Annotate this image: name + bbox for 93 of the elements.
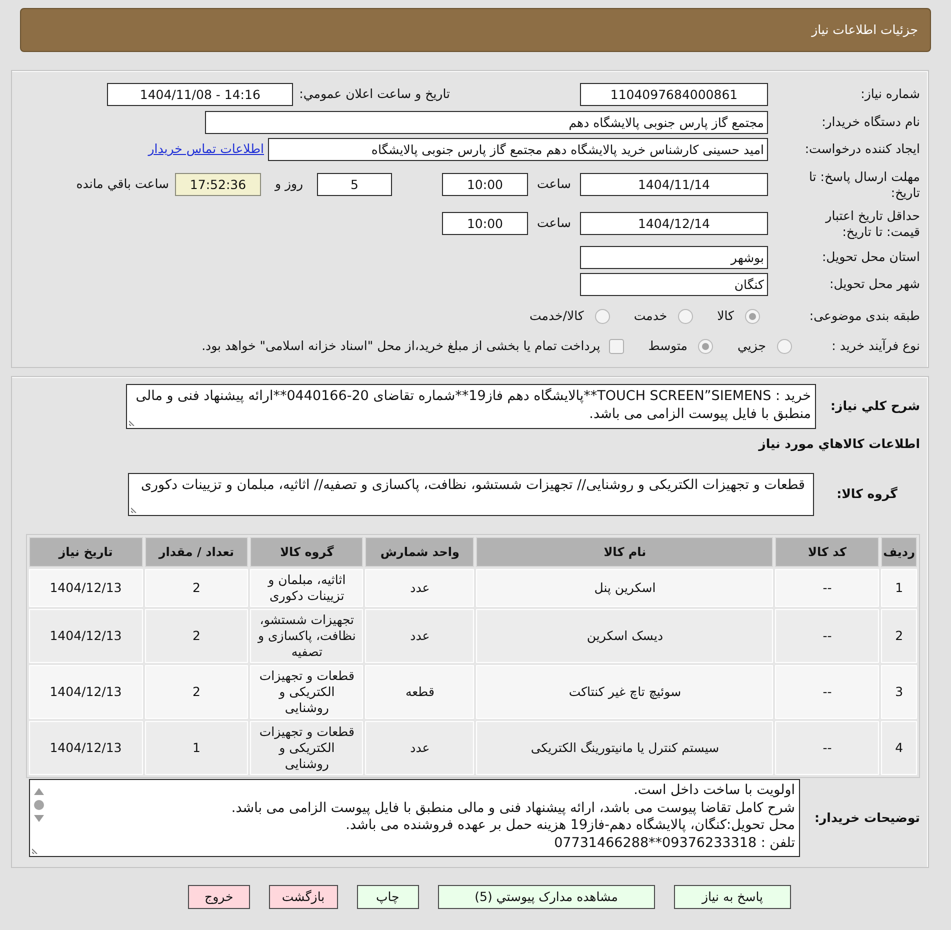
deadline-date-field[interactable]: 1404/11/14: [580, 173, 768, 196]
table-cell: سیستم کنترل یا مانیتورینگ الکتریکی: [476, 721, 774, 775]
radio-button[interactable]: [594, 309, 610, 324]
announce-date-field[interactable]: 1404/11/08 - 14:16: [107, 83, 294, 106]
table-cell: 1404/12/13: [29, 569, 142, 607]
table-cell: قطعات و تجهیزات الکتریکی و روشنایی: [250, 721, 364, 775]
time-label: ساعت: [536, 215, 572, 232]
field-label: حداقل تاریخ اعتبار قیمت: تا تاریخ:: [824, 208, 920, 240]
field-label: نام دستگاه خریدار:: [820, 114, 920, 131]
remaining-time-label: ساعت باقي مانده: [76, 176, 169, 193]
resize-grip-icon[interactable]: [131, 506, 138, 513]
table-cell: 1: [144, 721, 248, 775]
days-label: روز و: [274, 176, 304, 193]
back-button[interactable]: بازگشت: [268, 885, 338, 909]
days-field[interactable]: 5: [317, 173, 392, 196]
remaining-time-field[interactable]: 17:52:36: [175, 173, 261, 196]
buyer-org-field[interactable]: مجتمع گاز پارس جنوبی پالایشگاه دهم: [205, 111, 768, 134]
field-label: استان محل تحویل:: [820, 249, 920, 266]
column-header: واحد شمارش: [365, 537, 474, 567]
validity-date-field[interactable]: 1404/12/14: [580, 212, 768, 235]
reply-button[interactable]: پاسخ به نیاز: [674, 885, 791, 909]
print-button[interactable]: چاپ: [356, 885, 419, 909]
buyer-contact-link[interactable]: اطلاعات تماس خریدار: [148, 141, 264, 158]
table-cell: 1404/12/13: [29, 665, 142, 719]
column-header: کد کالا: [775, 537, 880, 567]
radio-button[interactable]: [698, 339, 714, 354]
table-cell: 1404/12/13: [29, 609, 142, 663]
table-cell: --: [775, 569, 880, 607]
table-cell: 1404/12/13: [29, 721, 142, 775]
radio-button[interactable]: [745, 309, 760, 324]
table-cell: 3: [881, 665, 917, 719]
exit-button[interactable]: خروج: [188, 885, 250, 909]
column-header: ردیف: [881, 537, 917, 567]
radio-label: کالا: [717, 308, 734, 325]
field-label: شهر محل تحویل:: [828, 276, 920, 293]
radio-label: خدمت: [634, 308, 668, 325]
city-field[interactable]: کنگان: [580, 273, 768, 296]
field-label: نوع فرآیند خرید :: [830, 338, 920, 355]
attachments-button[interactable]: مشاهده مدارک پیوستي (5): [438, 885, 655, 909]
table-cell: قطعات و تجهیزات الکتریکی و روشنایی: [250, 665, 364, 719]
table-cell: 2: [144, 609, 248, 663]
section-title: اطلاعات کالاهاي مورد نیاز: [757, 436, 920, 453]
deadline-time-field[interactable]: 10:00: [442, 173, 528, 196]
table-cell: --: [775, 609, 880, 663]
column-header: تعداد / مقدار: [144, 537, 248, 567]
table-cell: 2: [144, 665, 248, 719]
validity-time-field[interactable]: 10:00: [442, 212, 528, 235]
resize-grip-icon[interactable]: [32, 847, 39, 854]
table-cell: تجهیزات شستشو، نظافت، پاکسازی و تصفیه: [250, 609, 364, 663]
radio-label: متوسط: [648, 338, 688, 355]
goods-group-field[interactable]: قطعات و تجهیزات الکتریکی و روشنایی// تجهیزات شستشو، نظافت، پاکسازی و تصفیه// اثاثیه، مبلمان و تزیینات دکوری: [128, 473, 814, 516]
field-label: ایجاد کننده درخواست:: [804, 141, 920, 158]
checkbox-label: پرداخت تمام یا بخشی از مبلغ خرید،از محل "اسناد خزانه اسلامی" خواهد بود.: [202, 338, 600, 355]
need-number-field[interactable]: 1104097684000861: [580, 83, 768, 106]
radio-label: جزيي: [737, 338, 766, 355]
table-cell: عدد: [365, 721, 474, 775]
table-cell: 1: [881, 569, 917, 607]
table-cell: سوئیچ تاچ غیر کنتاکت: [476, 665, 774, 719]
scroll-down-arrow-icon[interactable]: [34, 815, 44, 822]
resize-grip-icon[interactable]: [129, 419, 136, 426]
radio-button[interactable]: [777, 339, 792, 354]
table-cell: اثاثیه، مبلمان و تزیینات دکوری: [250, 569, 364, 607]
column-header: تاریخ نیاز: [29, 537, 142, 567]
field-label: مهلت ارسال پاسخ: تا تاریخ:: [808, 168, 920, 200]
table-cell: عدد: [365, 569, 474, 607]
field-label: شماره نیاز:: [860, 86, 920, 103]
radio-button[interactable]: [678, 309, 694, 324]
field-label: تاریخ و ساعت اعلان عمومي:: [299, 86, 450, 103]
requester-field[interactable]: امید حسینی کارشناس خرید پالایشگاه دهم مجتمع گاز پارس جنوبی پالایشگاه: [268, 138, 768, 161]
buyer-notes-field[interactable]: اولویت با ساخت داخل است. شرح کامل تقاضا پیوست می باشد، ارائه پیشنهاد فنی و مالی منطبق با فایل پیوست الزامی می باشد. محل تحویل:کنگان، پالایشگاه دهم-فاز19 هزینه حمل بر عهده فروشنده می باشد. تلفن : 09376233318**07731466288: [29, 779, 800, 857]
table-cell: 2: [144, 569, 248, 607]
table-cell: دیسک اسکرین: [476, 609, 774, 663]
description-label: شرح کلي نیاز:: [830, 398, 920, 415]
description-field[interactable]: خرید : TOUCH SCREEN”SIEMENS**پالایشگاه دهم فاز19**شماره تقاضای 20-0440166**ارائه پیشنهاد فنی و مالی منطبق با فایل پیوست الزامی می باشد.: [126, 384, 816, 429]
page-title: جزئیات اطلاعات نیاز: [812, 22, 918, 38]
table-cell: 2: [881, 609, 917, 663]
table-cell: قطعه: [365, 665, 474, 719]
radio-label: کالا/خدمت: [529, 308, 584, 325]
column-header: نام کالا: [476, 537, 774, 567]
checkbox[interactable]: [609, 339, 624, 354]
column-header: گروه کالا: [250, 537, 364, 567]
table-cell: عدد: [365, 609, 474, 663]
buyer-notes-label: توضیحات خریدار:: [813, 810, 920, 826]
table-cell: اسکرین پنل: [476, 569, 774, 607]
province-field[interactable]: بوشهر: [580, 246, 768, 269]
scroll-thumb[interactable]: [34, 800, 44, 810]
group-label: گروه کالا:: [836, 486, 898, 503]
table-cell: 4: [881, 721, 917, 775]
time-label: ساعت: [536, 176, 572, 193]
field-label: طبقه بندی موضوعی:: [808, 308, 920, 325]
table-cell: --: [775, 721, 880, 775]
scroll-up-arrow-icon[interactable]: [34, 788, 44, 795]
table-cell: --: [775, 665, 880, 719]
